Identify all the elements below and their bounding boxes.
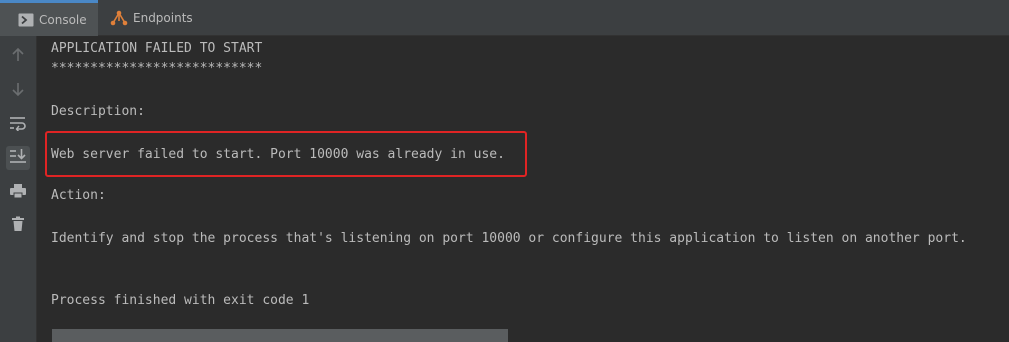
print-button[interactable] — [6, 181, 30, 205]
trash-icon — [11, 216, 25, 236]
separator-line: *************************** — [51, 61, 263, 76]
action-label: Action: — [51, 188, 106, 203]
tab-endpoints[interactable]: Endpoints — [108, 0, 198, 36]
action-text: Identify and stop the process that's lis… — [51, 231, 967, 246]
tab-console-label: Console — [39, 12, 87, 27]
print-icon — [9, 183, 27, 203]
description-label: Description: — [51, 104, 145, 119]
arrow-down-icon — [11, 81, 25, 101]
clear-all-button[interactable] — [6, 214, 30, 238]
scroll-to-end-icon — [9, 148, 27, 168]
up-button[interactable] — [6, 45, 30, 69]
endpoints-icon — [110, 10, 128, 26]
soft-wrap-button[interactable] — [6, 113, 30, 137]
console-toolbar — [0, 36, 37, 342]
console-output[interactable]: APPLICATION FAILED TO START ************… — [37, 36, 1009, 342]
arrow-up-icon — [11, 47, 25, 67]
console-icon — [18, 13, 34, 27]
tab-endpoints-label: Endpoints — [133, 11, 193, 25]
tool-window-tabbar: Console Endpoints — [0, 0, 1009, 36]
scroll-to-end-button[interactable] — [6, 146, 30, 170]
exit-message: Process finished with exit code 1 — [51, 293, 310, 308]
soft-wrap-icon — [9, 115, 27, 135]
tab-console[interactable]: Console — [0, 0, 98, 36]
horizontal-scrollbar[interactable] — [52, 329, 508, 342]
error-message: Web server failed to start. Port 10000 w… — [51, 147, 505, 162]
error-header: APPLICATION FAILED TO START — [51, 41, 263, 56]
down-button[interactable] — [6, 79, 30, 103]
